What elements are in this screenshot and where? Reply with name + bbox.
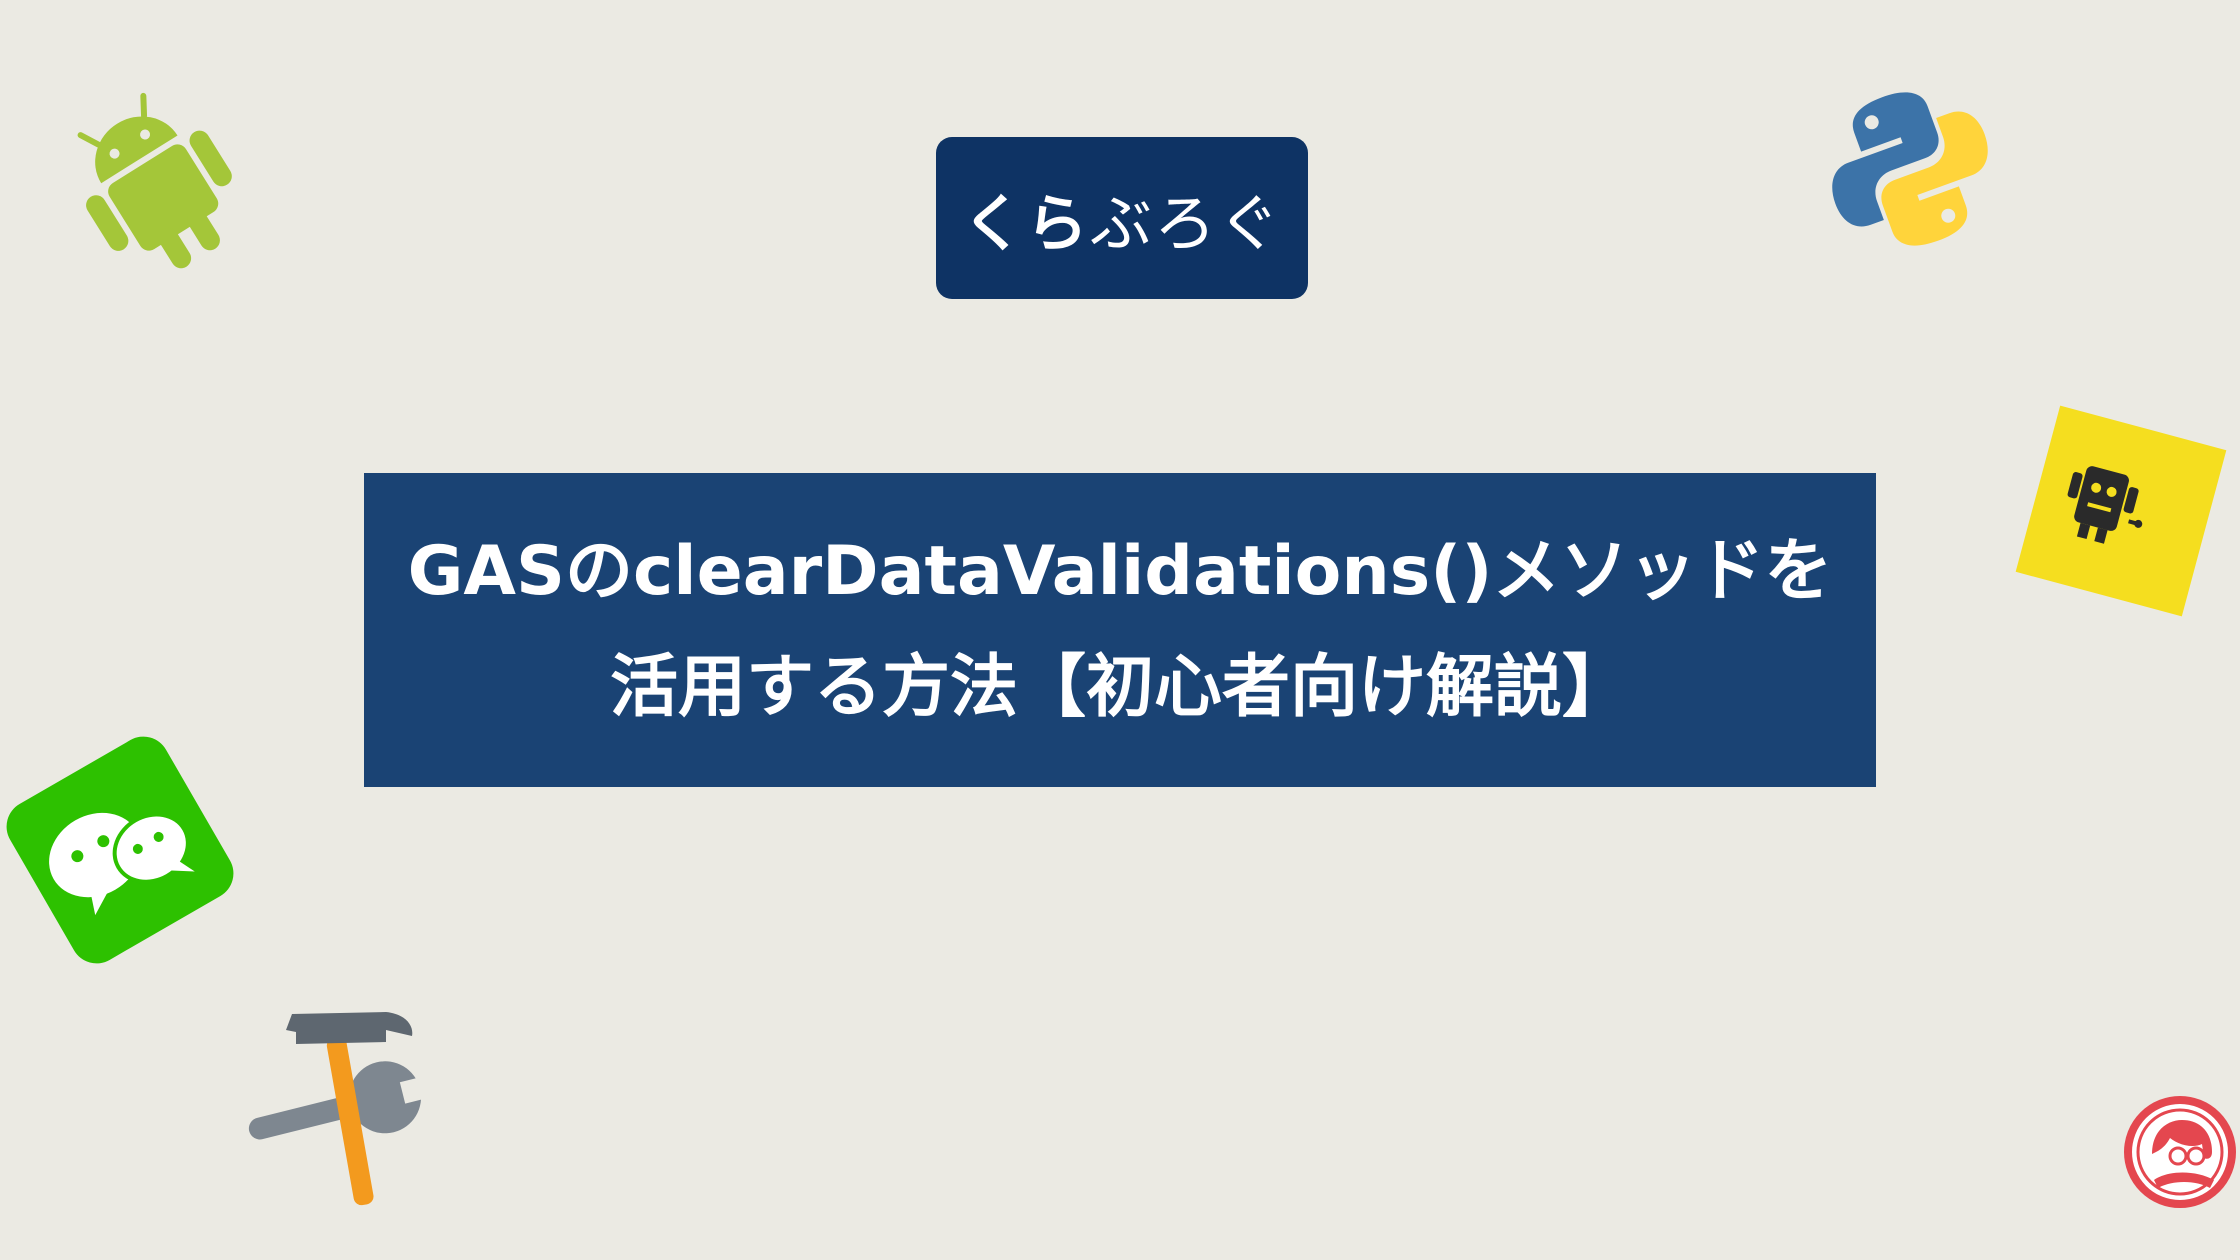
python-icon xyxy=(1832,92,1988,246)
site-logo-text: くらぶろぐ xyxy=(962,173,1282,263)
site-logo[interactable]: くらぶろぐ xyxy=(936,137,1308,299)
logo-strong-text: くら xyxy=(961,187,1090,260)
title-line-1: GASのclearDataValidations()メソッドを xyxy=(407,532,1833,611)
robot-sticky-note-icon xyxy=(2015,405,2227,617)
author-avatar-badge-icon xyxy=(2124,1096,2236,1208)
hammer-wrench-icon xyxy=(248,1012,444,1206)
title-line-2: 活用する方法【初心者向け解説】 xyxy=(609,648,1630,727)
android-icon xyxy=(77,92,232,269)
logo-light-text: ぶろぐ xyxy=(1090,187,1283,260)
wechat-icon xyxy=(6,736,234,964)
article-title-box: GASのclearDataValidations()メソッドを 活用する方法【初… xyxy=(364,473,1876,787)
